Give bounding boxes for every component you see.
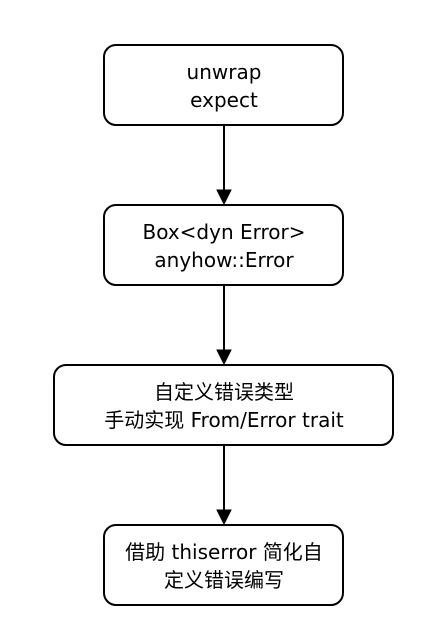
edge-box-to-custom bbox=[216, 285, 232, 366]
node-unwrap-expect: unwrap expect bbox=[103, 44, 344, 126]
flowchart: unwrap expect Box<dyn Error> anyhow::Err… bbox=[53, 44, 394, 606]
node-box-dyn-error-line-2: anyhow::Error bbox=[154, 248, 294, 272]
edge-custom-to-thiserror bbox=[216, 445, 232, 526]
node-box-dyn-error-line-1: Box<dyn Error> bbox=[142, 220, 305, 244]
edge-unwrap-to-box bbox=[216, 125, 232, 206]
node-unwrap-expect-line-1: unwrap bbox=[187, 60, 262, 84]
node-custom-error-type-line-1: 自定义错误类型 bbox=[154, 380, 294, 404]
node-box-dyn-error: Box<dyn Error> anyhow::Error bbox=[103, 204, 344, 286]
node-unwrap-expect-line-2: expect bbox=[190, 88, 258, 112]
node-thiserror: 借助 thiserror 简化自 定义错误编写 bbox=[103, 524, 344, 606]
node-thiserror-line-2: 定义错误编写 bbox=[164, 568, 284, 592]
node-thiserror-line-1: 借助 thiserror 简化自 bbox=[125, 540, 323, 564]
node-custom-error-type-line-2: 手动实现 From/Error trait bbox=[104, 408, 344, 432]
node-custom-error-type: 自定义错误类型 手动实现 From/Error trait bbox=[53, 364, 394, 446]
